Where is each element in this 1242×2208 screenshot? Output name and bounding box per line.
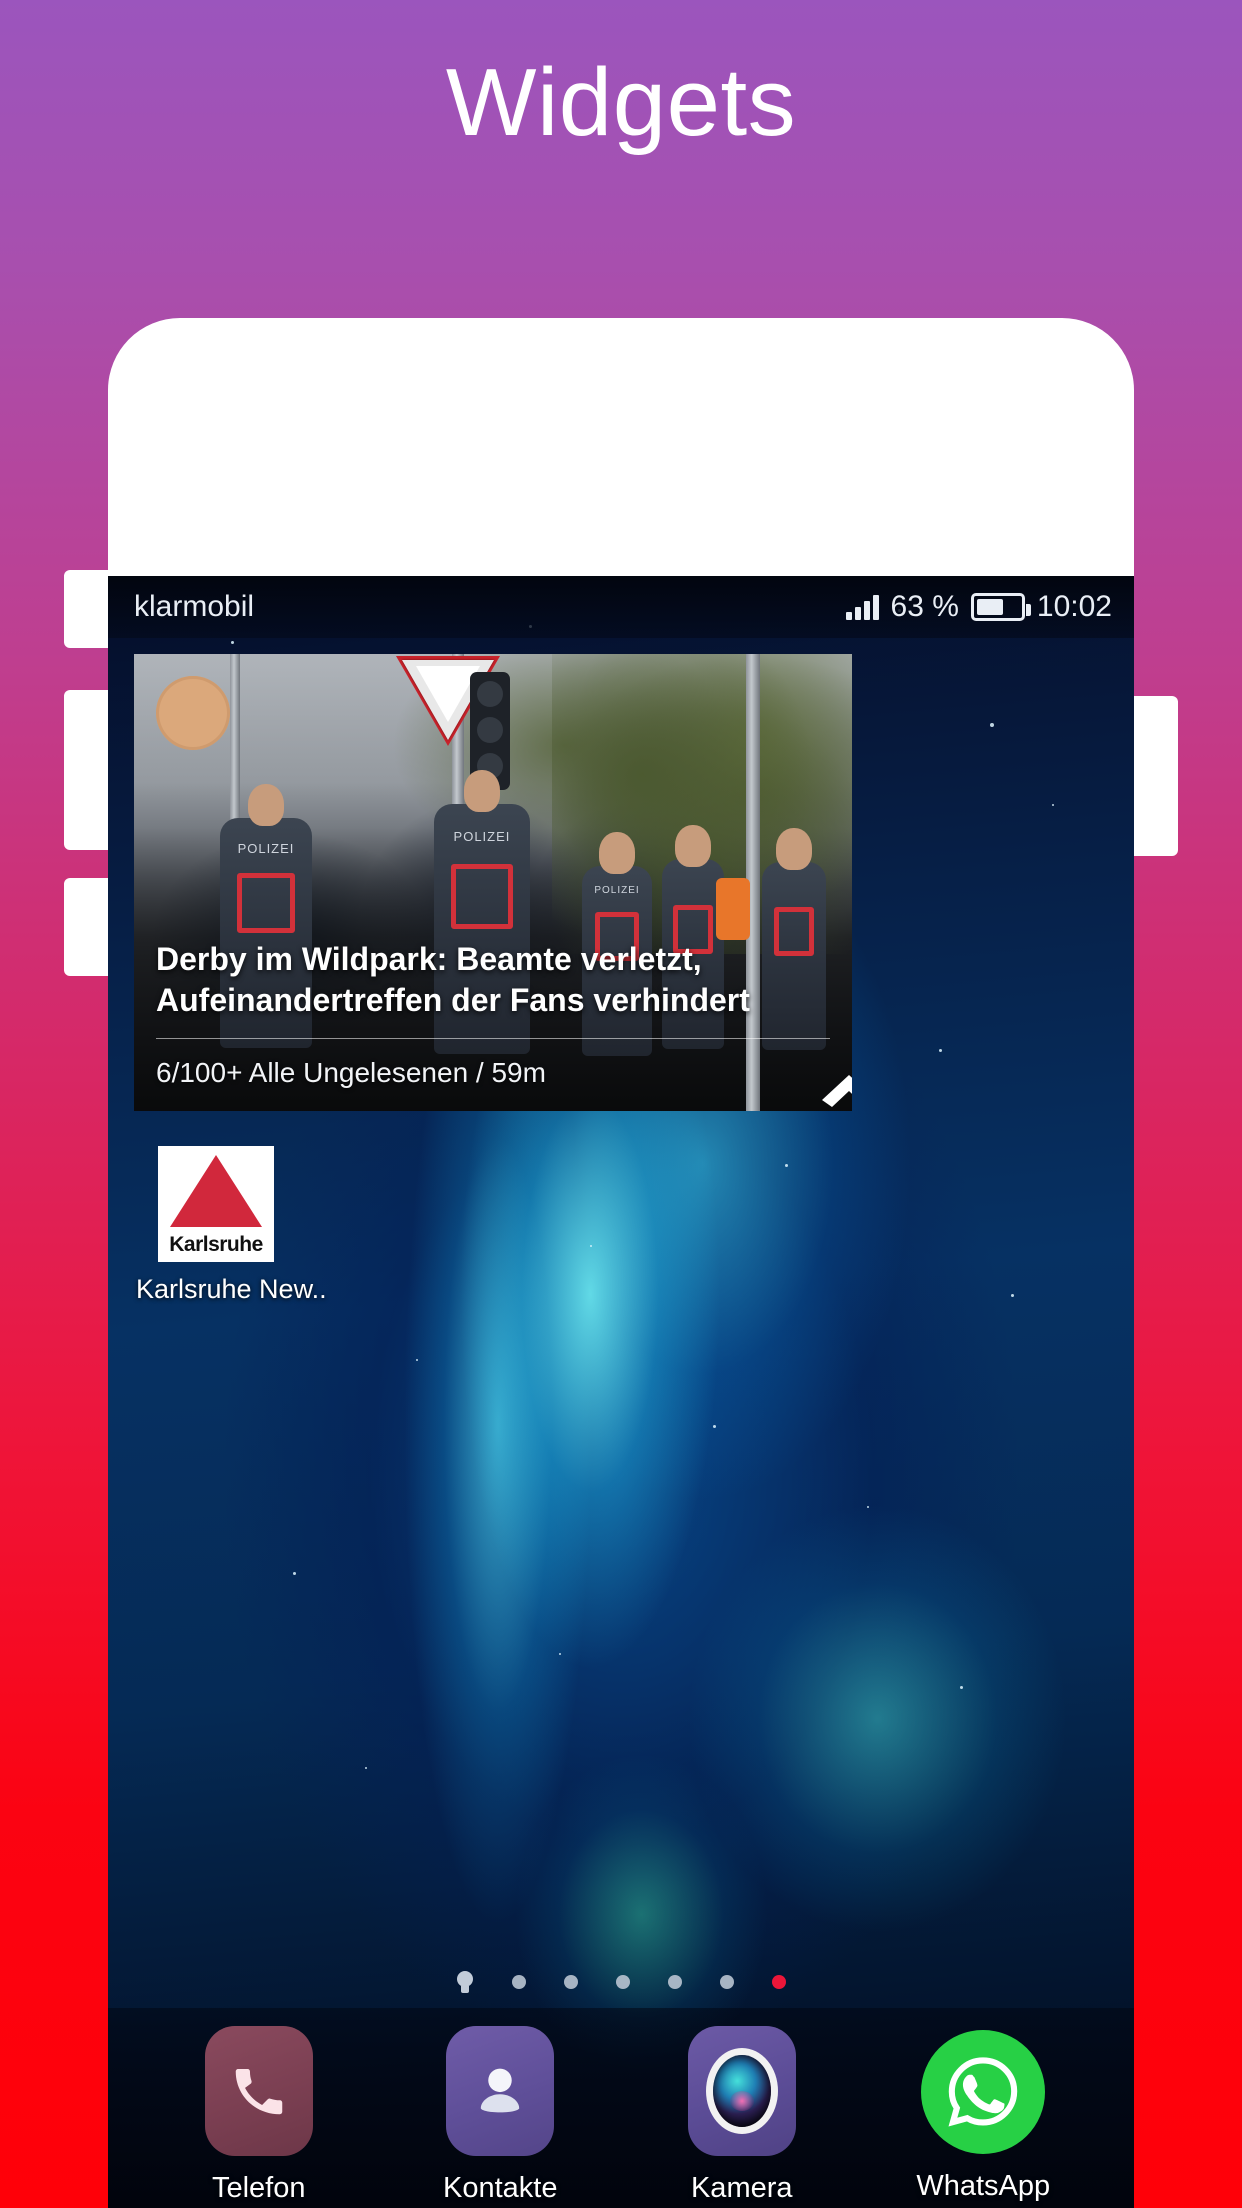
volume-down-button[interactable]	[64, 690, 110, 850]
whatsapp-icon[interactable]	[921, 2030, 1046, 2154]
page-dot-2[interactable]	[564, 1975, 578, 1989]
status-icons: 63 % 10:02	[845, 590, 1112, 624]
volume-up-button[interactable]	[64, 570, 110, 648]
dock: Telefon Kontakte Kamera WhatsApp	[108, 2008, 1134, 2208]
news-headline: Derby im Wildpark: Beamte verletzt, Aufe…	[156, 941, 750, 1018]
camera-lens-icon	[705, 2048, 778, 2134]
contacts-icon[interactable]	[446, 2026, 555, 2156]
phone-icon[interactable]	[204, 2026, 313, 2156]
karlsruhe-app-icon[interactable]: Karlsruhe	[158, 1146, 274, 1262]
app-cell-karlsruhe-news[interactable]: Karlsruhe Karlsruhe New..	[136, 1146, 327, 1305]
news-divider	[156, 1038, 830, 1039]
signal-bars-icon	[845, 594, 879, 620]
page-dot-3[interactable]	[616, 1975, 630, 1989]
widget-photo-round-sign	[156, 676, 230, 750]
phone-screen: klarmobil 63 % 10:02 POLIZEI POLIZEI POL…	[108, 576, 1134, 2208]
dock-label-kontakte: Kontakte	[443, 2172, 558, 2204]
dock-item-telefon[interactable]: Telefon	[164, 2026, 354, 2205]
battery-icon	[970, 593, 1031, 621]
karlsruhe-icon-wordmark: Karlsruhe	[169, 1233, 263, 1256]
dock-label-telefon: Telefon	[211, 2172, 306, 2204]
dock-label-kamera: Kamera	[690, 2172, 793, 2204]
dock-item-whatsapp[interactable]: WhatsApp	[888, 2026, 1078, 2203]
phone-mockup: klarmobil 63 % 10:02 POLIZEI POLIZEI POL…	[64, 318, 1178, 2208]
page-dot-bulb[interactable]	[456, 1971, 474, 1993]
dock-label-whatsapp: WhatsApp	[916, 2170, 1051, 2202]
news-meta-row: 6/100+ Alle Ungelesenen / 59m	[156, 1057, 852, 1107]
carrier-label: klarmobil	[134, 590, 255, 623]
battery-percent-label: 63 %	[890, 590, 959, 623]
page-indicator[interactable]	[108, 1971, 1134, 1993]
page-dot-6-active[interactable]	[772, 1975, 786, 1989]
clock-label: 10:02	[1036, 590, 1112, 623]
page-dot-1[interactable]	[512, 1975, 526, 1989]
power-button[interactable]	[1132, 696, 1178, 856]
news-widget-text: Derby im Wildpark: Beamte verletzt, Aufe…	[156, 939, 852, 1111]
karlsruhe-triangle-icon	[170, 1155, 262, 1227]
page-dot-5[interactable]	[720, 1975, 734, 1989]
camera-icon[interactable]	[687, 2026, 796, 2156]
dock-item-kamera[interactable]: Kamera	[647, 2026, 837, 2205]
app-label-karlsruhe-news: Karlsruhe New..	[136, 1274, 327, 1304]
news-meta-label: 6/100+ Alle Ungelesenen / 59m	[156, 1057, 546, 1088]
news-widget[interactable]: POLIZEI POLIZEI POLIZEI Derby im Wildpar…	[134, 654, 852, 1111]
widget-photo-hivis-worker	[716, 878, 750, 940]
status-bar: klarmobil 63 % 10:02	[108, 576, 1134, 638]
page-title: Widgets	[445, 49, 797, 156]
dock-item-kontakte[interactable]: Kontakte	[405, 2026, 595, 2205]
page-dot-4[interactable]	[668, 1975, 682, 1989]
mute-switch-button[interactable]	[64, 878, 110, 976]
